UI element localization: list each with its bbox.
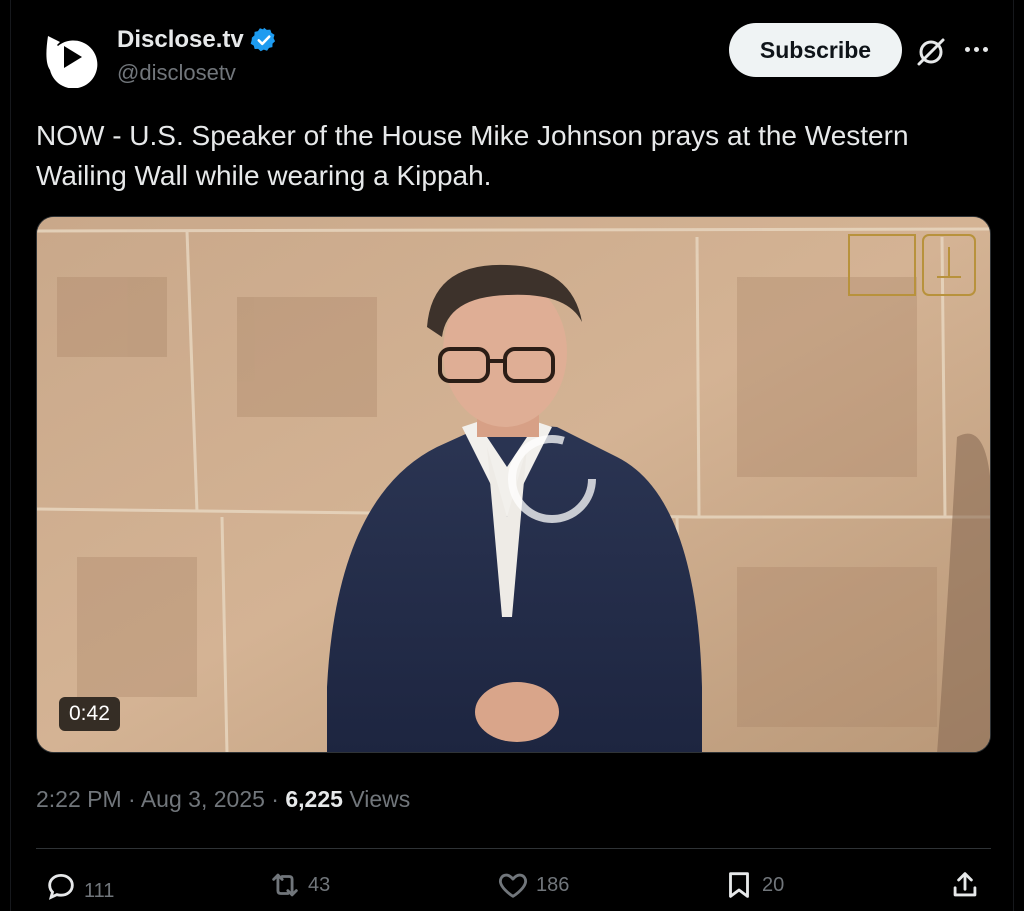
tweet-meta: 2:22 PM · Aug 3, 2025 · 6,225 Views (36, 786, 410, 813)
meta-separator-2: · (271, 786, 279, 812)
share-icon (953, 872, 977, 897)
left-border (10, 0, 11, 911)
play-icon[interactable] (502, 429, 602, 529)
disclose-logo-icon (46, 36, 98, 89)
more-icon-dot (982, 46, 988, 52)
verified-badge-icon (250, 27, 275, 52)
reply-button[interactable]: 111 (44, 868, 114, 903)
post-date[interactable]: Aug 3, 2025 (141, 786, 265, 812)
author-name[interactable]: Disclose.tv (117, 26, 278, 54)
video-player[interactable]: 0:42 (36, 216, 991, 753)
subscribe-button[interactable]: Subscribe (729, 23, 902, 77)
meta-separator: · (128, 786, 136, 812)
bookmark-icon (729, 872, 749, 898)
views-count: 6,225 (285, 786, 343, 812)
reply-count: 111 (84, 880, 115, 902)
more-icon-dot (973, 46, 979, 52)
more-button[interactable] (958, 34, 994, 64)
action-bar: 111 43 186 20 (0, 862, 1024, 911)
share-button[interactable] (948, 868, 988, 902)
grok-icon (917, 38, 945, 66)
views-label: Views (349, 786, 411, 812)
author-handle[interactable]: @disclosetv (117, 60, 236, 86)
author-name-text[interactable]: Disclose.tv (117, 26, 244, 54)
heart-icon (499, 873, 527, 898)
repost-count: 43 (308, 873, 331, 896)
right-border (1013, 0, 1014, 911)
tweet-text: NOW - U.S. Speaker of the House Mike Joh… (36, 120, 909, 191)
repost-icon (272, 873, 298, 897)
grok-button[interactable] (913, 34, 949, 70)
repost-button[interactable]: 43 (268, 868, 330, 902)
post-time[interactable]: 2:22 PM (36, 786, 122, 812)
bookmark-count: 20 (762, 873, 785, 896)
tweet: Disclose.tv @disclosetv Subscribe NOW - … (0, 0, 1024, 911)
like-button[interactable]: 186 (496, 868, 569, 902)
more-icon (964, 46, 970, 52)
avatar[interactable] (38, 26, 100, 89)
reply-icon (48, 873, 74, 900)
divider (36, 848, 991, 849)
bookmark-button[interactable]: 20 (722, 868, 784, 902)
like-count: 186 (536, 873, 570, 896)
video-duration: 0:42 (59, 697, 120, 731)
